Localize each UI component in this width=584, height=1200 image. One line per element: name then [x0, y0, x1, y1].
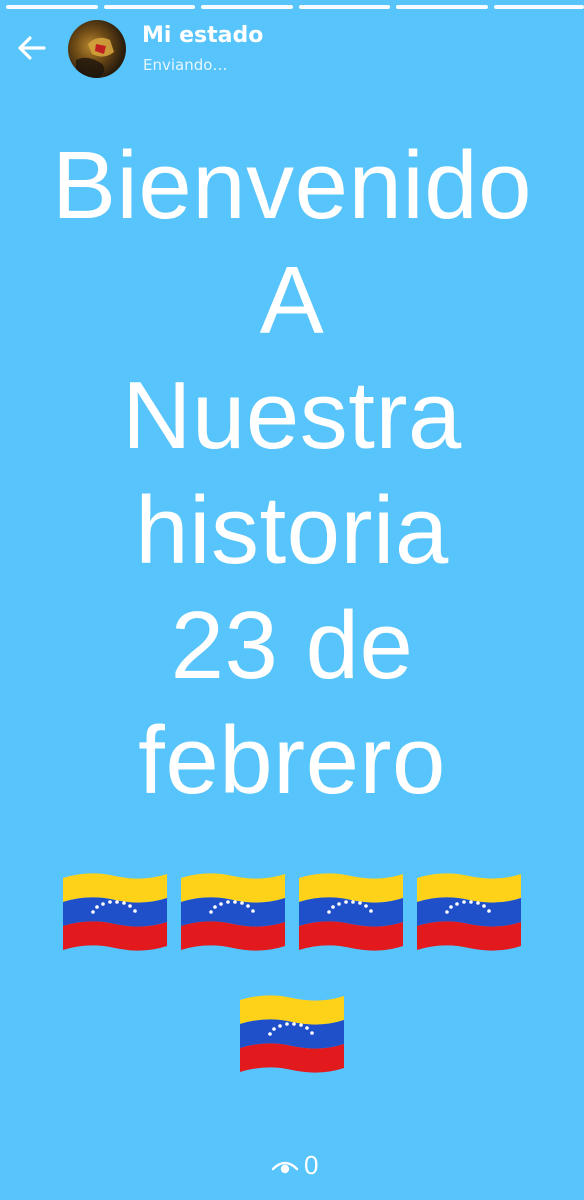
progress-segment — [201, 5, 293, 9]
avatar[interactable] — [68, 20, 126, 78]
venezuela-flag-icon — [63, 873, 167, 951]
status-owner-name: Mi estado — [142, 23, 264, 48]
venezuela-flag-icon — [417, 873, 521, 951]
status-text-line: historia — [135, 477, 449, 584]
status-progress-bar — [6, 5, 584, 9]
venezuela-flag-icon — [181, 873, 285, 951]
flag-row — [0, 868, 584, 954]
back-button[interactable] — [14, 33, 50, 63]
arrow-left-icon — [18, 36, 46, 60]
status-text-line: 23 de — [170, 592, 414, 699]
progress-segment — [6, 5, 98, 9]
venezuela-flag-icon — [299, 873, 403, 951]
progress-segment — [493, 5, 584, 9]
venezuela-flag-icon — [240, 995, 344, 1073]
status-sending-text: Enviando… — [143, 56, 228, 74]
progress-segment — [103, 5, 196, 9]
status-text-line: febrero — [138, 707, 446, 814]
progress-segment — [298, 5, 391, 9]
progress-segment — [396, 5, 488, 9]
status-header: Mi estado Enviando… — [0, 18, 584, 80]
status-text-line: Nuestra — [122, 362, 462, 469]
status-text-line: A — [259, 247, 325, 354]
views-count: 0 — [304, 1150, 319, 1180]
eye-icon — [271, 1161, 299, 1173]
status-text-line: Bienvenido — [51, 132, 533, 239]
views-counter[interactable]: 0 — [270, 1150, 318, 1181]
flag-row — [0, 990, 584, 1076]
status-text: Bienvenido A Nuestra historia 23 de febr… — [0, 128, 584, 818]
avatar-image — [76, 37, 114, 78]
